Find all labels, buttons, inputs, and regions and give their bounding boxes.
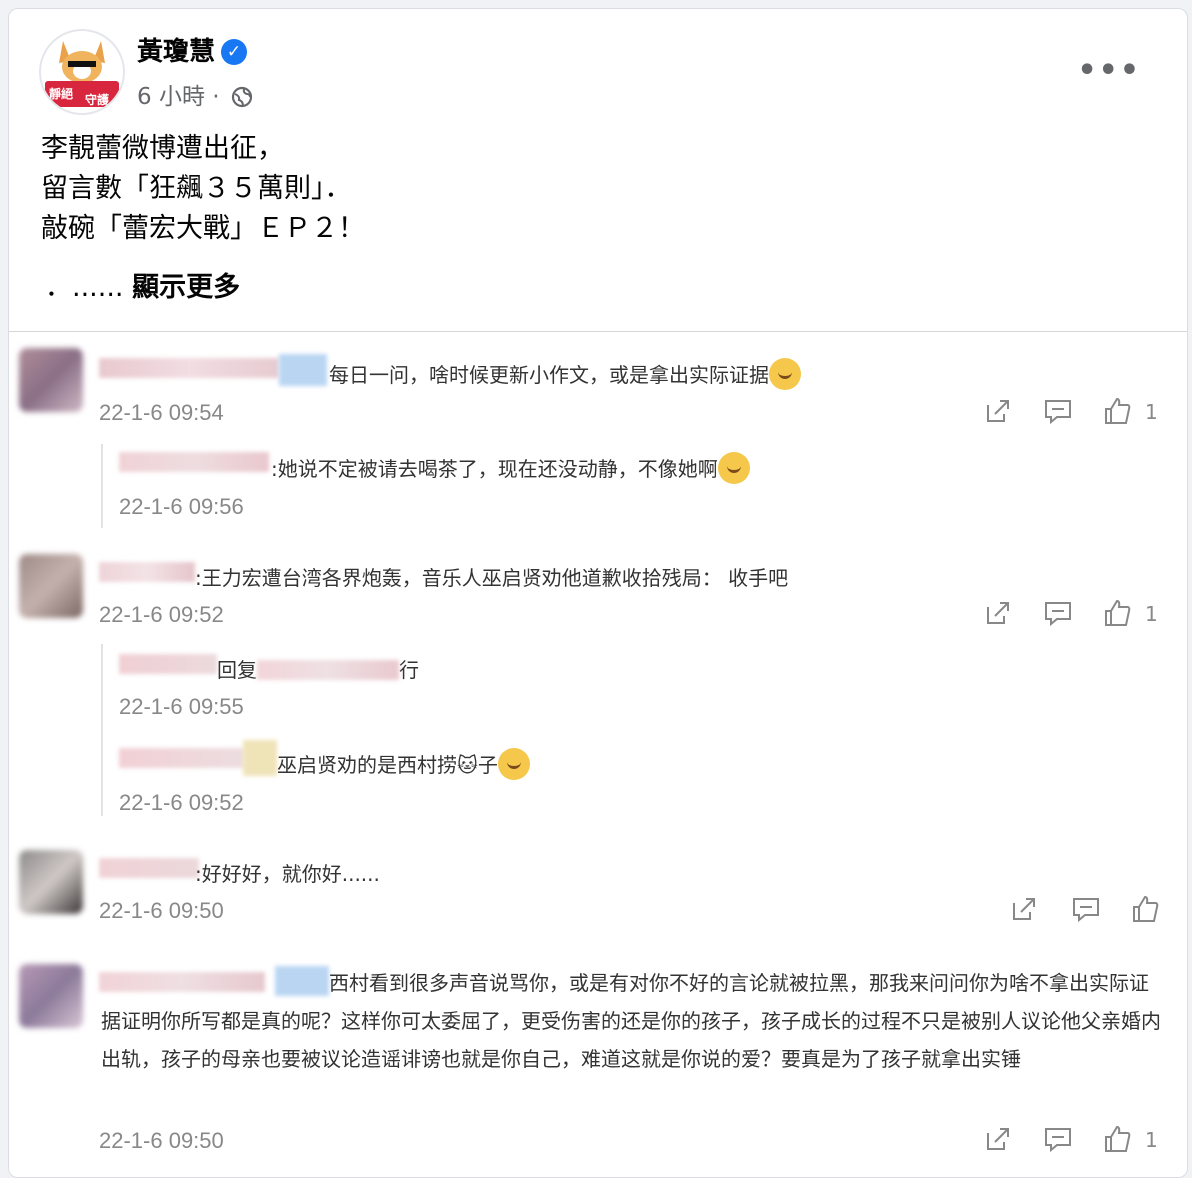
reply-time: 22-1-6 09:52 — [119, 790, 244, 815]
commenter-name — [99, 358, 279, 378]
reply-text-1: :她说不定被请去喝茶了，现在还没动静，不像她啊 — [271, 457, 718, 481]
see-more-link[interactable]: 顯示更多 — [132, 272, 240, 303]
reply-mention-blur — [257, 660, 399, 680]
like-count: 1 — [1145, 1128, 1158, 1152]
commenter-name — [99, 562, 195, 582]
author-name-text[interactable]: 黃瓊慧 — [137, 37, 215, 67]
replier-name — [119, 654, 217, 674]
post-time[interactable]: 6 小時 · — [137, 84, 220, 110]
like-count: 1 — [1145, 602, 1158, 626]
like-count: 1 — [1145, 400, 1158, 424]
comment-text: :好好好，就你好...... — [195, 862, 380, 886]
comment-icon[interactable] — [1043, 598, 1073, 628]
emoji-icon — [717, 452, 750, 484]
replier-badge — [243, 740, 277, 776]
see-more-row: ．...... 顯示更多 — [45, 265, 240, 304]
avatar-label-2: 守護 — [85, 93, 110, 107]
comment-icon[interactable] — [1071, 894, 1101, 924]
reply-thread-line — [101, 644, 103, 816]
reply-thread-line — [101, 444, 103, 528]
reply-time: 22-1-6 09:55 — [119, 694, 244, 719]
author-avatar[interactable]: 靜絕 守護 — [39, 29, 125, 115]
commenter-badge — [279, 354, 327, 386]
share-icon[interactable] — [1009, 894, 1039, 924]
replier-name — [119, 452, 269, 472]
comment-text-1: 每日一问，啥时候更新小作文，或是拿出实际证据 — [329, 363, 769, 387]
see-more-prefix: ．...... — [45, 272, 124, 303]
comment-icon[interactable] — [1043, 1124, 1073, 1154]
reply-text-2: 行 — [399, 658, 419, 682]
comment-text: 每日一问，啥时候更新小作文，或是拿出实际证据 — [329, 358, 801, 390]
commenter-avatar — [19, 850, 83, 914]
emoji-icon — [769, 358, 801, 390]
avatar-label-1: 靜絕 — [49, 87, 74, 101]
globe-icon[interactable] — [231, 86, 253, 108]
reply-text: 回复 行 — [217, 654, 419, 683]
commenter-name — [99, 858, 199, 878]
commenter-avatar — [19, 964, 83, 1028]
share-icon[interactable] — [983, 1124, 1013, 1154]
post-body: 李靚蕾微博遭出征， 留言數「狂飆３５萬則」． 敲碗「蕾宏大戰」ＥＰ２！ — [41, 133, 365, 244]
like-icon[interactable] — [1103, 598, 1133, 628]
post-meta: 6 小時 · — [137, 77, 253, 111]
reply-text: 巫启贤劝的是西村捞🐱子 — [277, 748, 530, 780]
reply-text-3: 巫启贤劝的是西村捞🐱子 — [277, 753, 498, 777]
verified-check-icon: ✓ — [221, 39, 248, 65]
more-options-icon[interactable]: ••• — [1077, 53, 1141, 88]
commenter-avatar — [19, 554, 83, 618]
comment-text: :王力宏遭台湾各界炮轰，音乐人巫启贤劝他道歉收拾残局： 收手吧 — [195, 566, 789, 590]
emoji-icon — [497, 748, 530, 780]
comment-time: 22-1-6 09:54 — [99, 400, 224, 425]
comments-screenshot: 每日一问，啥时候更新小作文，或是拿出实际证据 22-1-6 09:54 1 :她… — [9, 331, 1187, 1177]
comment-time: 22-1-6 09:52 — [99, 602, 224, 627]
reply-label-reply: 回复 — [217, 658, 257, 682]
reply-text: :她说不定被请去喝茶了，现在还没动静，不像她啊 — [271, 452, 750, 484]
reply-time: 22-1-6 09:56 — [119, 494, 244, 519]
like-icon[interactable] — [1131, 894, 1161, 924]
share-icon[interactable] — [983, 598, 1013, 628]
like-icon[interactable] — [1103, 1124, 1133, 1154]
comment-time: 22-1-6 09:50 — [99, 1128, 224, 1153]
comment-text: 西村看到很多声音说骂你，或是有对你不好的言论就被拉黑，那我来问问你为啥不拿出实际… — [101, 971, 1161, 1071]
share-icon[interactable] — [983, 396, 1013, 426]
commenter-avatar — [19, 348, 83, 412]
replier-name — [119, 748, 245, 768]
like-icon[interactable] — [1103, 396, 1133, 426]
author-name[interactable]: 黃瓊慧 ✓ — [137, 31, 248, 68]
comment-time: 22-1-6 09:50 — [99, 898, 224, 923]
comment-icon[interactable] — [1043, 396, 1073, 426]
post-card: 靜絕 守護 黃瓊慧 ✓ 6 小時 · ••• 李靚蕾微博遭出征， 留言數「狂飆３５… — [8, 8, 1188, 1178]
